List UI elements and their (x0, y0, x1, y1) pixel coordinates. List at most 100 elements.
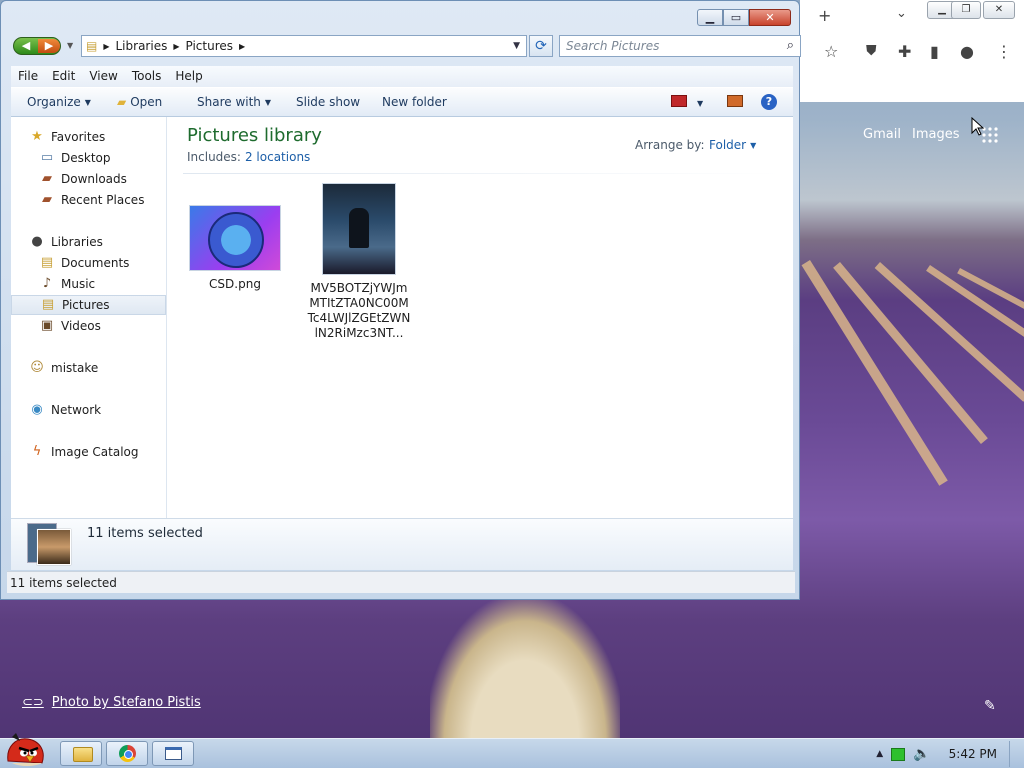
help-icon: ? (761, 94, 777, 110)
caret-down-icon: ▼ (697, 99, 704, 108)
header-divider (183, 173, 781, 174)
close-button[interactable]: ✕ (749, 9, 791, 26)
address-history-dropdown-icon[interactable]: ▼ (513, 41, 520, 51)
start-button-angry-bird-icon[interactable] (2, 731, 50, 769)
taskbar-chrome-button[interactable] (106, 741, 148, 766)
share-with-button[interactable]: Share with ▼ (197, 95, 271, 109)
minimize-button[interactable]: ▁ (697, 9, 723, 26)
nav-image-catalog[interactable]: ϟ Image Catalog (11, 442, 184, 462)
new-tab-icon[interactable]: + (818, 6, 831, 25)
user-folder-icon: ☺ (30, 360, 44, 375)
help-button[interactable]: ? (761, 94, 777, 110)
details-pane: 11 items selected (11, 518, 793, 570)
share-with-label: Share with (197, 95, 261, 109)
nav-music[interactable]: ♪ Music (11, 274, 194, 294)
menu-file[interactable]: File (11, 66, 45, 87)
customize-pencil-icon[interactable]: ✎ (984, 698, 996, 714)
system-tray: ▲ 🔈 5:42 PM (876, 739, 1024, 769)
nav-label: Favorites (51, 130, 106, 144)
search-icon[interactable]: ⌕ (787, 38, 794, 53)
new-folder-button[interactable]: New folder (382, 95, 447, 109)
forward-arrow-icon[interactable]: ▶ (38, 39, 60, 53)
view-icon (671, 95, 687, 107)
preview-pane-button[interactable] (727, 95, 743, 110)
recent-pages-dropdown-icon[interactable]: ▼ (67, 41, 73, 50)
breadcrumb-libraries[interactable]: Libraries (116, 39, 168, 53)
side-panel-icon[interactable]: ▮ (930, 42, 939, 61)
chrome-close-button[interactable]: ✕ (983, 1, 1015, 19)
chrome-menu-icon[interactable]: ⋮ (996, 42, 1012, 61)
nav-network[interactable]: ◉ Network (11, 400, 184, 420)
file-item[interactable]: MV5BOTZjYWJmMTItZTA0NC00MTc4LWJlZGEtZWNl… (307, 183, 411, 341)
open-button[interactable]: ▰ Open (117, 95, 162, 109)
gmail-link[interactable]: Gmail (863, 127, 901, 142)
nav-pictures[interactable]: ▤ Pictures (11, 295, 166, 315)
documents-library-icon: ▤ (40, 255, 54, 270)
pictures-library-icon: ▤ (41, 297, 55, 312)
back-arrow-icon[interactable]: ◀ (15, 39, 37, 53)
show-hidden-icons-icon[interactable]: ▲ (876, 749, 883, 759)
photo-credit-link[interactable]: ⊂⊃ Photo by Stefano Pistis (22, 695, 201, 710)
maximize-button[interactable]: ▭ (723, 9, 749, 26)
chrome-logo-icon (119, 745, 136, 762)
nav-desktop[interactable]: ▭ Desktop (11, 148, 194, 168)
refresh-button[interactable]: ⟳ (529, 35, 553, 57)
nav-label: Network (51, 403, 102, 417)
network-status-icon[interactable] (891, 747, 906, 761)
breadcrumb-separator-icon[interactable]: ▶ (103, 42, 109, 51)
mouse-cursor-icon (971, 116, 985, 140)
show-desktop-button[interactable] (1009, 741, 1018, 767)
clock[interactable]: 5:42 PM (949, 747, 997, 761)
search-input[interactable]: Search Pictures ⌕ (559, 35, 801, 57)
videos-library-icon: ▣ (40, 318, 54, 333)
breadcrumb-pictures[interactable]: Pictures (185, 39, 233, 53)
breadcrumb-separator-icon[interactable]: ▶ (239, 42, 245, 51)
ublock-shield-icon[interactable]: ⛊ (866, 43, 877, 59)
file-item[interactable]: CSD.png (183, 205, 287, 292)
extensions-puzzle-icon[interactable]: ✚ (898, 42, 911, 61)
details-selection-text: 11 items selected (87, 526, 203, 541)
arrange-by-dropdown[interactable]: Folder ▼ (709, 138, 756, 152)
organize-button[interactable]: Organize ▼ (27, 95, 91, 109)
view-options-button[interactable]: ▼ (671, 95, 703, 110)
nav-label: Videos (61, 319, 101, 333)
star-icon: ★ (31, 129, 43, 144)
nav-downloads[interactable]: ▰ Downloads (11, 169, 194, 189)
nav-documents[interactable]: ▤ Documents (11, 253, 194, 273)
badge-graphic (208, 212, 264, 268)
images-link[interactable]: Images (912, 127, 960, 142)
address-bar[interactable]: ▤ ▶ Libraries ▶ Pictures ▶ ▼ (81, 35, 527, 57)
image-catalog-icon: ϟ (32, 444, 42, 459)
menu-help[interactable]: Help (168, 66, 209, 87)
nav-label: Music (61, 277, 96, 291)
chrome-restore-button[interactable]: ❐ (951, 1, 981, 19)
nav-recent-places[interactable]: ▰ Recent Places (11, 190, 194, 210)
menu-bar: File Edit View Tools Help (11, 66, 793, 87)
volume-icon[interactable]: 🔈 (913, 746, 930, 762)
tab-search-chevron-icon[interactable]: ⌄ (896, 6, 907, 21)
arrange-by-label: Arrange by: (635, 138, 705, 152)
nav-label: Downloads (61, 172, 127, 186)
preview-pane-icon (727, 95, 743, 107)
photo-credit-text: Photo by Stefano Pistis (51, 695, 201, 710)
nav-libraries[interactable]: ● Libraries (11, 232, 184, 252)
slide-show-button[interactable]: Slide show (296, 95, 360, 109)
taskbar-explorer-button[interactable] (60, 741, 102, 766)
bookmark-star-icon[interactable]: ☆ (824, 42, 838, 61)
link-icon: ⊂⊃ (22, 695, 44, 710)
profile-avatar-icon[interactable]: ● (960, 42, 974, 61)
nav-favorites[interactable]: ★ Favorites (11, 127, 184, 147)
poster-figure (349, 208, 369, 248)
caret-down-icon: ▼ (750, 141, 757, 150)
back-forward-buttons: ◀ ▶ (13, 37, 61, 55)
breadcrumb-separator-icon[interactable]: ▶ (173, 42, 179, 51)
menu-edit[interactable]: Edit (45, 66, 82, 87)
menu-tools[interactable]: Tools (125, 66, 169, 87)
nav-videos[interactable]: ▣ Videos (11, 316, 194, 336)
nav-mistake[interactable]: ☺ mistake (11, 358, 184, 378)
status-text: 11 items selected (10, 576, 117, 590)
includes-locations-link[interactable]: 2 locations (245, 150, 310, 164)
menu-view[interactable]: View (82, 66, 124, 87)
nav-label: Desktop (61, 151, 111, 165)
taskbar-app-button[interactable] (152, 741, 194, 766)
